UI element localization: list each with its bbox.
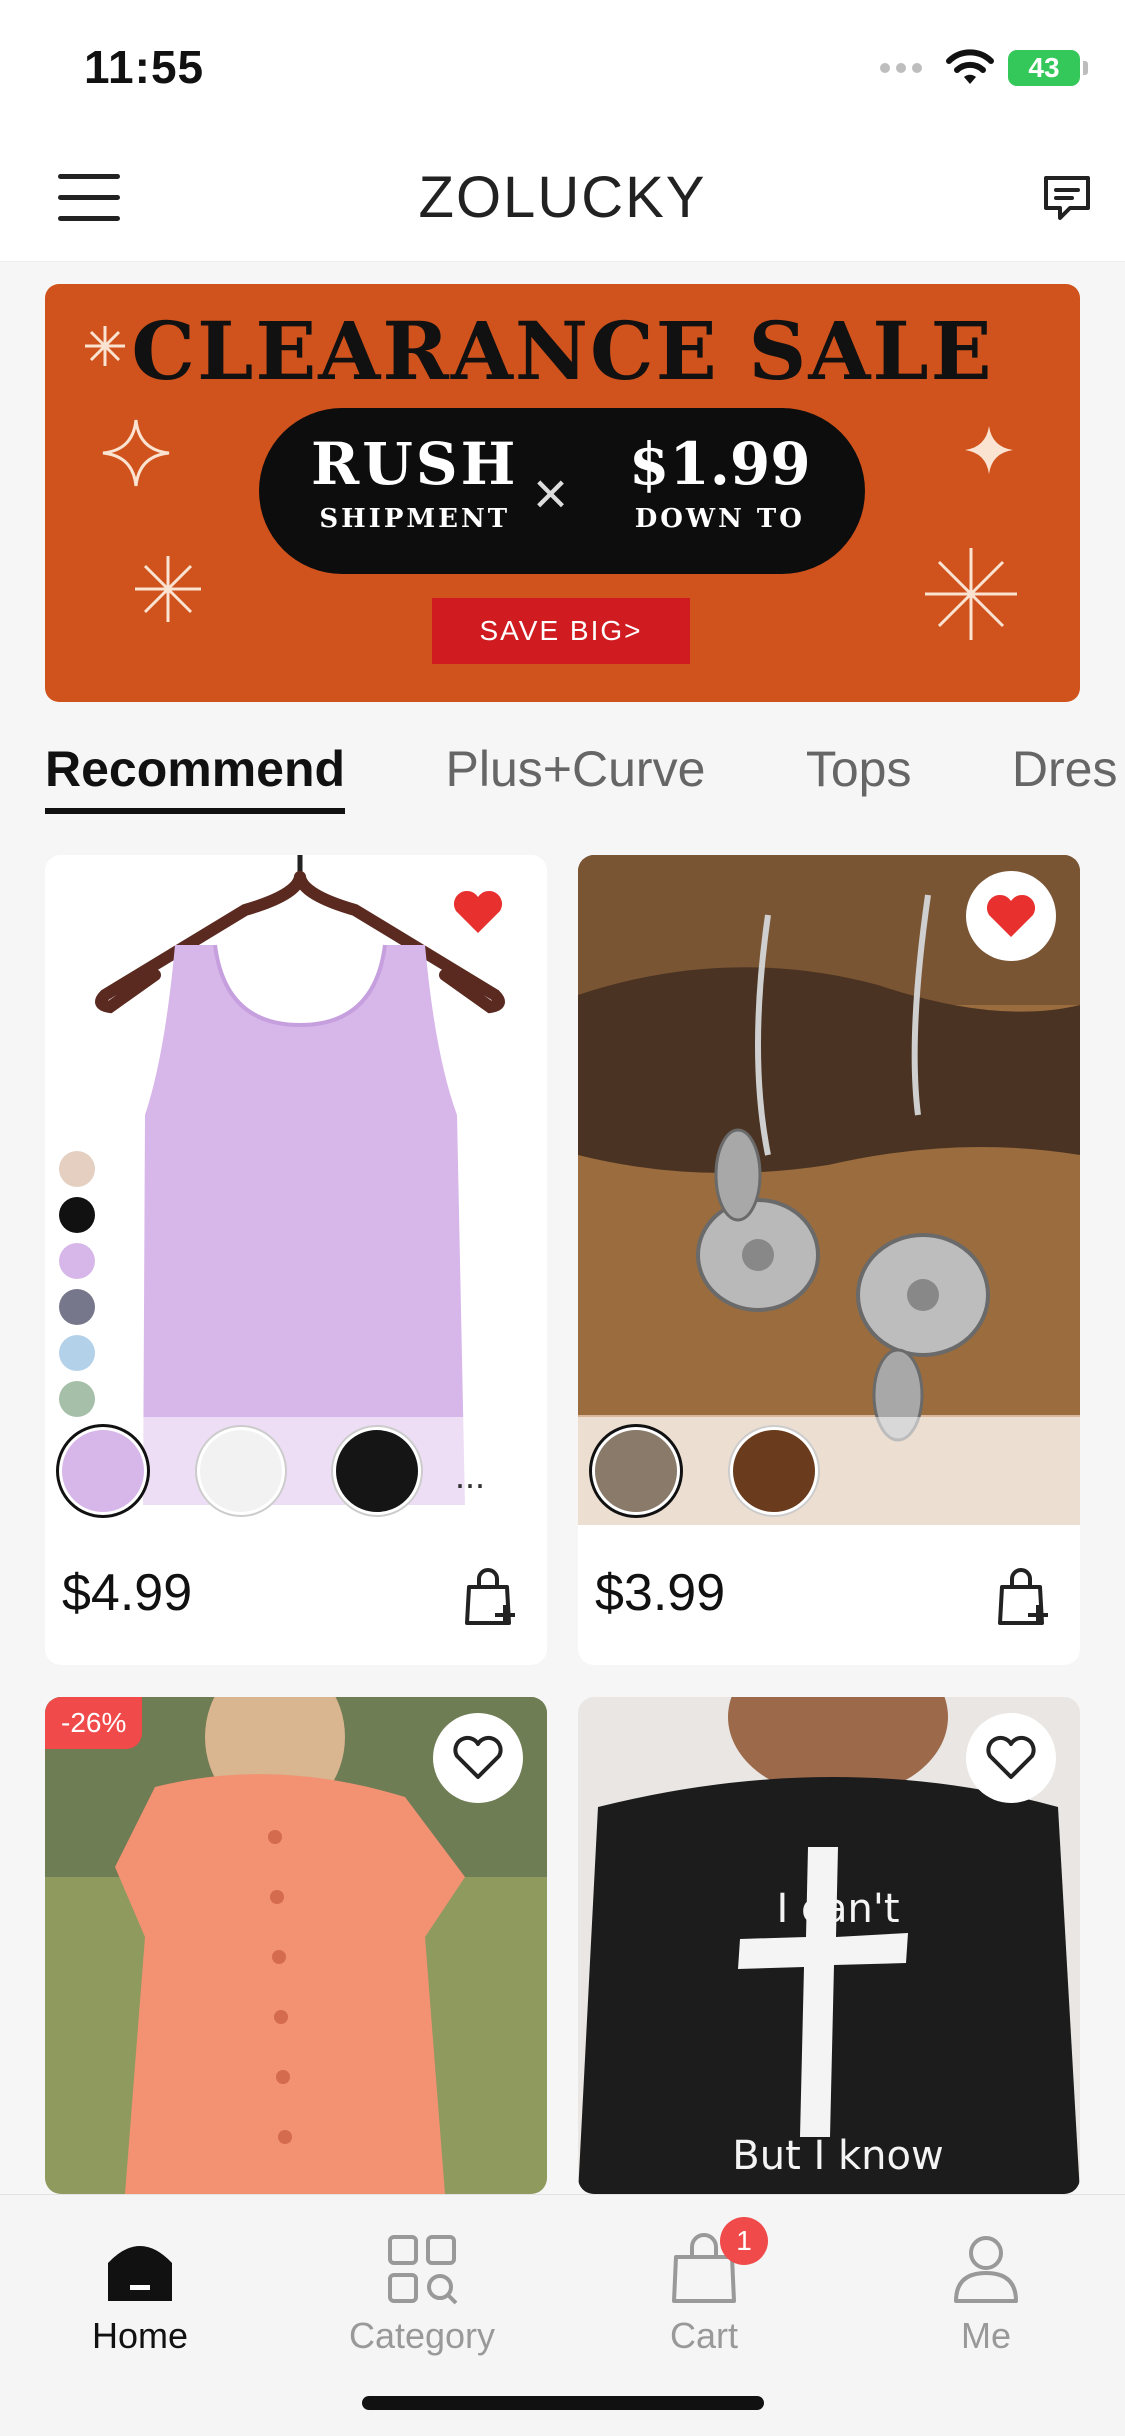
price-text: $1.99 (629, 430, 811, 498)
category-tabs: Recommend Plus+Curve Tops Dres (45, 740, 1125, 820)
tab-label: Me (960, 2315, 1011, 2356)
pill-left: RUSH SHIPMENT (311, 430, 518, 534)
clearance-banner[interactable]: CLEARANCE SALE RUSH SHIPMENT × $1.99 DOW… (45, 284, 1080, 702)
tab-category[interactable]: Category (312, 2233, 532, 2357)
product-card[interactable]: -26% (45, 1697, 547, 2194)
product-card[interactable]: $3.99 (578, 855, 1080, 1665)
wifi-icon (946, 49, 994, 84)
swatch-black[interactable] (333, 1427, 421, 1515)
sparkle-icon (965, 426, 1013, 474)
banner-title: CLEARANCE SALE (131, 304, 994, 398)
down-to-text: DOWN TO (634, 504, 805, 534)
tab-tops[interactable]: Tops (806, 740, 912, 808)
banner-pill: RUSH SHIPMENT × $1.99 DOWN TO (259, 408, 865, 574)
swatch-bronze[interactable] (730, 1427, 818, 1515)
tab-label: Category (348, 2315, 496, 2356)
favorite-heart-icon[interactable] (966, 871, 1056, 961)
favorite-heart-icon[interactable] (433, 867, 523, 957)
message-icon[interactable] (1040, 170, 1094, 224)
pill-right: $1.99 DOWN TO (629, 430, 811, 534)
tab-me[interactable]: Me (876, 2233, 1096, 2357)
tab-label: Home (91, 2315, 189, 2356)
status-bar: 11:55 43 (0, 0, 1125, 140)
rush-text: RUSH (311, 430, 519, 498)
swatch-row: ... (45, 1417, 547, 1525)
tab-cart[interactable]: Cart (594, 2233, 814, 2357)
tab-plus-curve[interactable]: Plus+Curve (446, 740, 706, 808)
sparkle-icon (925, 548, 1017, 640)
color-options (59, 1151, 95, 1427)
cart-count-badge: 1 (720, 2217, 768, 2265)
product-price: $4.99 (62, 1564, 193, 1622)
save-big-button[interactable]: SAVE BIG> (432, 598, 690, 664)
tab-home[interactable]: Home (30, 2233, 250, 2357)
brand-logo: ZOLUCKY (418, 165, 707, 230)
signal-icon (880, 60, 928, 78)
sparkle-icon (135, 556, 201, 622)
battery-level: 43 (1028, 52, 1060, 83)
swatch-white[interactable] (197, 1427, 285, 1515)
battery-icon: 43 (1008, 50, 1088, 86)
discount-badge: -26% (45, 1697, 143, 1749)
shirt-print-bottom: But I know (732, 2133, 943, 2179)
product-card[interactable]: ... $4.99 (45, 855, 547, 1665)
sparkle-icon (102, 419, 170, 487)
swatch-silver[interactable] (592, 1427, 680, 1515)
favorite-heart-icon[interactable] (966, 1713, 1056, 1803)
favorite-heart-icon[interactable] (433, 1713, 523, 1803)
home-indicator (362, 2396, 764, 2410)
add-to-cart-icon[interactable] (463, 1567, 519, 1627)
pill-separator: × (533, 460, 569, 527)
category-icon (388, 2235, 458, 2305)
swatch-lilac[interactable] (59, 1427, 147, 1515)
shirt-print-top: I can't (776, 1886, 899, 1932)
product-price: $3.99 (595, 1564, 726, 1622)
app-header: ZOLUCKY (0, 140, 1125, 262)
more-swatches[interactable]: ... (455, 1455, 485, 1497)
product-card[interactable]: I can't But I know (578, 1697, 1080, 2194)
add-to-cart-icon[interactable] (996, 1567, 1052, 1627)
home-icon (108, 2246, 172, 2301)
status-time: 11:55 (84, 41, 205, 93)
tab-recommend[interactable]: Recommend (45, 740, 346, 814)
shipment-text: SHIPMENT (319, 504, 511, 534)
tab-label: Cart (669, 2315, 738, 2356)
profile-icon (954, 2236, 1018, 2303)
swatch-row (578, 1417, 1080, 1525)
tab-dresses[interactable]: Dres (1012, 740, 1118, 808)
